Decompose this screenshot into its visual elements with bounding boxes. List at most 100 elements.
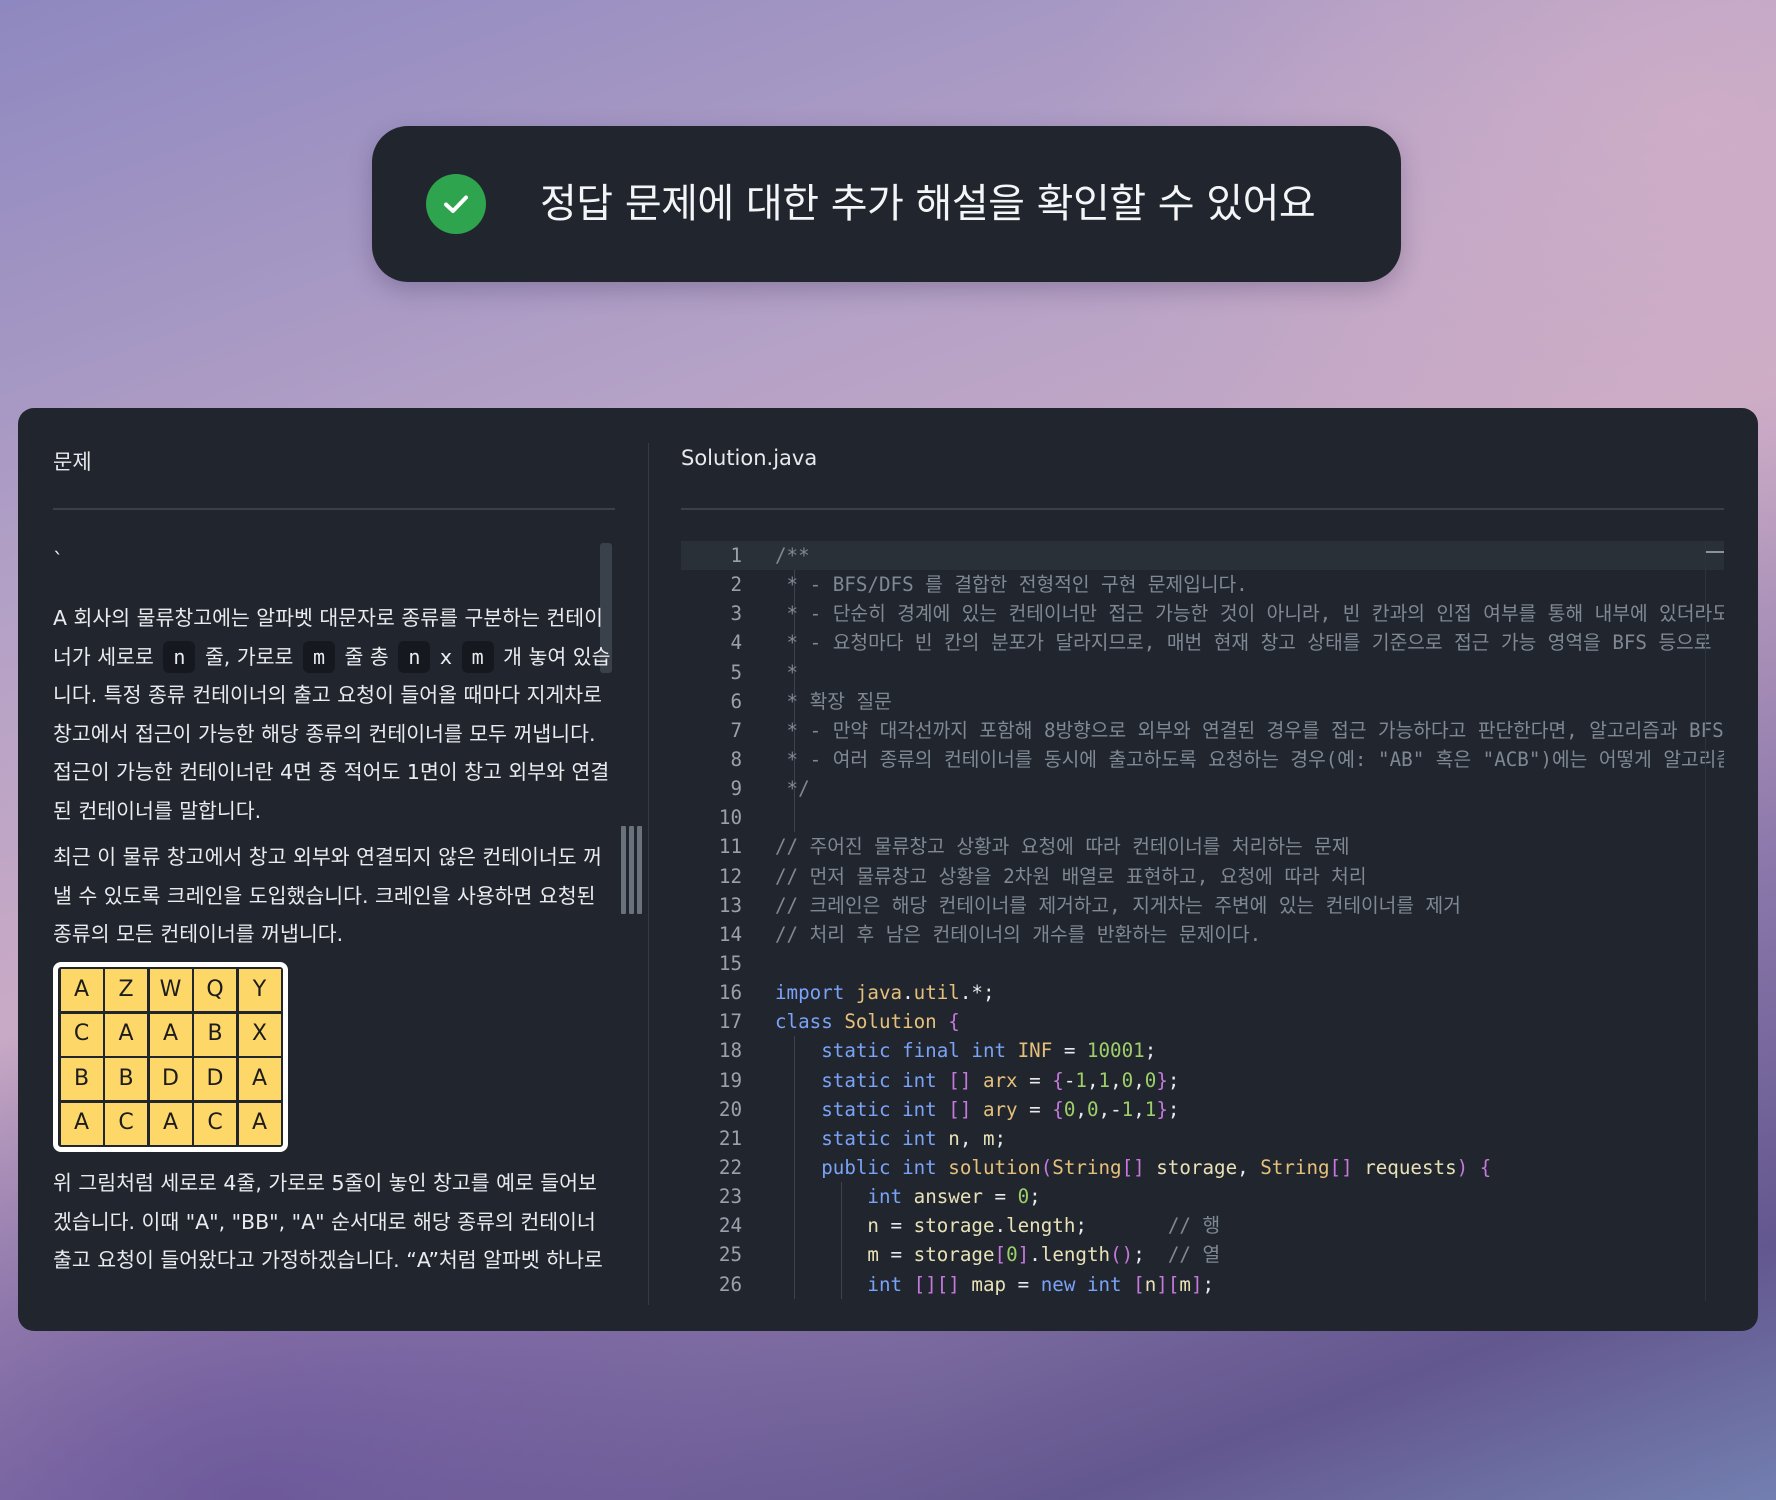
code-line[interactable]: 12 // 먼저 물류창고 상황을 2차원 배열로 표현하고, 요청에 따라 처리 (681, 862, 1724, 891)
line-code: * 확장 질문 (775, 687, 892, 716)
code-token: * 확장 질문 (775, 689, 892, 713)
editor-scroll-thumb[interactable] (1706, 551, 1724, 553)
problem-paragraph-2: 최근 이 물류 창고에서 창고 외부와 연결되지 않은 컨테이너도 꺼낼 수 있… (53, 845, 603, 946)
code-token: requests (1352, 1155, 1457, 1179)
code-token: 10001 (1086, 1039, 1145, 1063)
code-token: n (867, 1214, 879, 1238)
code-token: ; (1167, 1097, 1180, 1121)
code-token: Solution (844, 1010, 949, 1034)
editor-file-tab[interactable]: Solution.java (681, 446, 817, 470)
inline-code-m: m (461, 640, 494, 673)
code-line[interactable]: 5 * (681, 657, 1724, 687)
code-token: answer (913, 1185, 983, 1209)
code-token: ][ (1156, 1272, 1180, 1296)
code-line[interactable]: 1 /** (681, 541, 1724, 571)
code-token: String (1052, 1155, 1122, 1179)
code-line[interactable]: 11 // 주어진 물류창고 상황과 요청에 따라 컨테이너를 처리하는 문제 (681, 832, 1724, 861)
code-token: // 행 (1167, 1214, 1221, 1238)
line-number: 14 (718, 922, 742, 946)
line-number: 18 (718, 1039, 742, 1063)
line-code: static int n, m; (775, 1124, 1006, 1153)
code-line[interactable]: 21 static int n, m; (681, 1123, 1724, 1153)
code-editor[interactable]: 1 /** 2 * - BFS/DFS 를 결합한 전형적인 구현 문제입니다. 3 … (681, 541, 1724, 1301)
indent-guide (794, 803, 795, 833)
code-line[interactable]: 24 n = storage.length; // 행 (681, 1211, 1724, 1241)
code-token: storage (913, 1214, 995, 1238)
code-line[interactable]: 22 public int solution(String[] storage,… (681, 1152, 1724, 1183)
code-line[interactable]: 23 int answer = 0; (681, 1182, 1724, 1212)
code-line[interactable]: 18 static final int INF = 10001; (681, 1036, 1724, 1066)
line-number: 5 (730, 660, 742, 684)
code-line[interactable]: 19 static int [] arx = {-1,1,0,0}; (681, 1065, 1724, 1095)
code-token: () (1110, 1243, 1134, 1267)
code-token: ; (1144, 1039, 1157, 1063)
code-token: map (959, 1272, 1007, 1296)
code-token: // 처리 후 남은 컨테이너의 개수를 반환하는 문제이다. (775, 922, 1262, 946)
code-line[interactable]: 6 * 확장 질문 (681, 686, 1724, 716)
problem-description: ` A 회사의 물류창고에는 알파벳 대문자로 종류를 구분하는 컨테이너가 세… (53, 550, 613, 1288)
code-line[interactable]: 7 * - 만약 대각선까지 포함해 8방향으로 외부와 연결된 경우를 접근 … (681, 715, 1724, 745)
grid-cell: C (60, 1013, 103, 1056)
line-number: 12 (718, 864, 742, 888)
code-token: int (867, 1185, 914, 1209)
editor-scroll-track (1705, 541, 1706, 1301)
grid-cell: A (149, 1013, 192, 1056)
code-token: { (1052, 1068, 1064, 1092)
warehouse-grid-figure: AZWQYCAABXBBDDAACACA (53, 961, 288, 1152)
code-token: length (1006, 1214, 1076, 1238)
grid-cell: A (149, 1102, 192, 1145)
grid-cell: D (194, 1058, 236, 1100)
grid-cell: C (105, 1102, 147, 1145)
code-token: ] (1190, 1272, 1203, 1296)
code-token: ] (1017, 1243, 1030, 1267)
code-line[interactable]: 10 (681, 803, 1724, 833)
pane-resize-handle[interactable] (621, 826, 642, 914)
code-token: 0 (1063, 1097, 1076, 1121)
line-number: 16 (718, 981, 742, 1005)
grid-cell: A (60, 1102, 103, 1145)
code-line[interactable]: 15 (681, 949, 1724, 978)
line-number: 8 (730, 747, 742, 771)
code-token: [] (1329, 1155, 1353, 1179)
code-token: solution (948, 1155, 1041, 1179)
line-code: * - 여러 종류의 컨테이너를 동시에 출고하도록 요청하는 경우(예: "A… (775, 745, 1724, 774)
code-token: int (867, 1272, 914, 1296)
code-token: INF (1017, 1039, 1053, 1063)
code-line[interactable]: 17 class Solution { (681, 1007, 1724, 1036)
code-token: static final int (821, 1039, 1018, 1063)
code-token: ; (1075, 1214, 1168, 1238)
workspace-panel: 문제 ` A 회사의 물류창고에는 알파벳 대문자로 종류를 구분하는 컨테이너… (18, 408, 1758, 1331)
code-line[interactable]: 8 * - 여러 종류의 컨테이너를 동시에 출고하도록 요청하는 경우(예: … (681, 744, 1724, 775)
code-line[interactable]: 26 int [][] map = new int [n][m]; (681, 1269, 1724, 1299)
line-number: 11 (718, 835, 742, 859)
line-code: */ (775, 774, 810, 803)
editor-header-divider (681, 508, 1724, 510)
code-token: . (994, 1214, 1007, 1238)
code-token: = (878, 1214, 914, 1238)
code-token: } (1156, 1068, 1168, 1092)
code-token: [][] (913, 1272, 960, 1296)
code-token: storage (913, 1243, 995, 1267)
code-line[interactable]: 14 // 처리 후 남은 컨테이너의 개수를 반환하는 문제이다. (681, 920, 1724, 949)
code-line[interactable]: 3 * - 단순히 경계에 있는 컨테이너만 접근 가능한 것이 아니라, 빈 … (681, 599, 1724, 629)
code-token: = (1006, 1272, 1041, 1296)
code-line[interactable]: 25 m = storage[0].length(); // 열 (681, 1240, 1724, 1270)
line-number: 9 (730, 777, 742, 801)
code-line[interactable]: 16 import java.util.*; (681, 978, 1724, 1007)
code-token: 1 (1098, 1068, 1111, 1092)
line-code: * - BFS/DFS 를 결합한 전형적인 구현 문제입니다. (775, 570, 1248, 599)
code-line[interactable]: 20 static int [] ary = {0,0,-1,1}; (681, 1094, 1724, 1124)
line-code: // 처리 후 남은 컨테이너의 개수를 반환하는 문제이다. (775, 920, 1261, 949)
line-code: class Solution { (775, 1007, 960, 1036)
code-token: import (775, 981, 856, 1005)
code-line[interactable]: 4 * - 요청마다 빈 칸의 분포가 달라지므로, 매번 현재 창고 상태를 … (681, 628, 1724, 658)
code-token: static int (821, 1126, 949, 1150)
code-token: 0 (1017, 1185, 1030, 1209)
code-line[interactable]: 2 * - BFS/DFS 를 결합한 전형적인 구현 문제입니다. (681, 570, 1724, 600)
code-token: [] (1121, 1155, 1145, 1179)
code-token: - (1063, 1068, 1076, 1092)
code-line[interactable]: 9 */ (681, 774, 1724, 804)
code-line[interactable]: 13 // 크레인은 해당 컨테이너를 제거하고, 지게차는 주변에 있는 컨테이… (681, 891, 1724, 920)
